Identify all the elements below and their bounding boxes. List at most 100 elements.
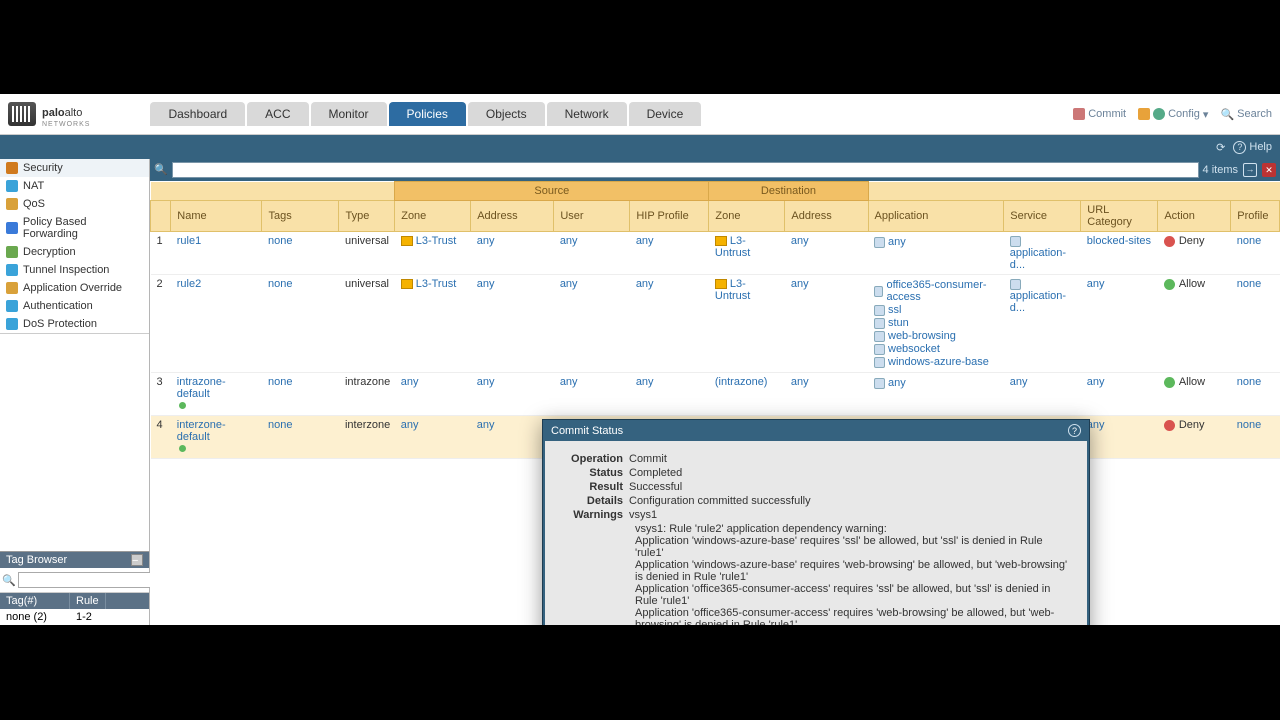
app-icon <box>874 357 885 368</box>
tab-monitor[interactable]: Monitor <box>311 102 387 126</box>
app-icon <box>874 237 885 248</box>
help-icon: ? <box>1233 141 1246 154</box>
col-address[interactable]: Address <box>471 201 554 232</box>
grid-search-bar: 🔍 4 items → ✕ <box>150 159 1280 181</box>
tag-search-icon: 🔍 <box>2 574 16 587</box>
dialog-body: OperationCommit StatusCompleted ResultSu… <box>545 441 1087 625</box>
app-icon <box>874 344 885 355</box>
top-right-actions: Commit Config ▾ 🔍Search <box>1073 108 1272 121</box>
sidebar-icon <box>6 162 18 174</box>
config-link[interactable]: Config ▾ <box>1138 108 1208 121</box>
app-icon <box>874 331 885 342</box>
app-icon <box>874 378 885 389</box>
sidebar-item-application-override[interactable]: Application Override <box>0 279 149 297</box>
col-zone[interactable]: Zone <box>395 201 471 232</box>
col-num[interactable] <box>151 201 171 232</box>
sub-bar: ⟳ ?Help <box>0 135 1280 159</box>
col-name[interactable]: Name <box>171 201 262 232</box>
service-icon <box>1010 279 1021 290</box>
status-value: Completed <box>629 467 1073 479</box>
zone-icon <box>401 279 413 289</box>
tag-browser: Tag Browser− 🔍 1 item → ✕ Tag(#)Rule non… <box>0 551 149 625</box>
col-action[interactable]: Action <box>1158 201 1231 232</box>
table-row[interactable]: 1rule1noneuniversalL3-TrustanyanyanyL3-U… <box>151 232 1280 275</box>
tab-policies[interactable]: Policies <box>389 102 466 126</box>
col-address[interactable]: Address <box>785 201 868 232</box>
commit-icon <box>1073 108 1085 120</box>
sidebar-item-dos-protection[interactable]: DoS Protection <box>0 315 149 333</box>
col-url-category[interactable]: URL Category <box>1081 201 1158 232</box>
warnings-head: vsys1 <box>629 509 1073 521</box>
main-tabs: DashboardACCMonitorPoliciesObjectsNetwor… <box>150 102 701 126</box>
main-area: SecurityNATQoSPolicy Based ForwardingDec… <box>0 159 1280 625</box>
commit-status-dialog: Commit Status ? OperationCommit StatusCo… <box>542 419 1090 625</box>
sidebar-item-tunnel-inspection[interactable]: Tunnel Inspection <box>0 261 149 279</box>
help-link[interactable]: ?Help <box>1233 141 1272 154</box>
col-hip-profile[interactable]: HIP Profile <box>630 201 709 232</box>
col-user[interactable]: User <box>554 201 630 232</box>
sidebar-item-security[interactable]: Security <box>0 159 149 177</box>
search-icon: 🔍 <box>154 163 168 177</box>
sidebar-icon <box>6 300 18 312</box>
dialog-title: Commit Status <box>551 425 623 437</box>
table-row[interactable]: 3intrazone-defaultnoneintrazoneanyanyany… <box>151 373 1280 416</box>
commit-link[interactable]: Commit <box>1073 108 1126 120</box>
tab-device[interactable]: Device <box>629 102 702 126</box>
warning-line: Application 'windows-azure-base' require… <box>635 535 1073 559</box>
item-count: 4 items <box>1203 164 1238 176</box>
app-icon <box>874 318 885 329</box>
tab-dashboard[interactable]: Dashboard <box>150 102 245 126</box>
tag-columns: Tag(#)Rule <box>0 593 149 609</box>
operation-value: Commit <box>629 453 1073 465</box>
sidebar-icon <box>6 180 18 192</box>
tab-acc[interactable]: ACC <box>247 102 308 126</box>
search-icon: 🔍 <box>1220 108 1234 121</box>
sidebar-item-qos[interactable]: QoS <box>0 195 149 213</box>
sidebar-item-nat[interactable]: NAT <box>0 177 149 195</box>
grid-search-input[interactable] <box>172 162 1199 178</box>
top-bar: paloalto NETWORKS DashboardACCMonitorPol… <box>0 94 1280 135</box>
col-type[interactable]: Type <box>339 201 395 232</box>
dialog-header: Commit Status ? <box>543 420 1089 441</box>
col-profile[interactable]: Profile <box>1231 201 1280 232</box>
close-grid-icon[interactable]: ✕ <box>1262 163 1276 177</box>
sidebar-icon <box>6 318 18 330</box>
content-area: 🔍 4 items → ✕ <box>150 159 1280 625</box>
col-tags[interactable]: Tags <box>262 201 339 232</box>
tab-network[interactable]: Network <box>547 102 627 126</box>
col-application[interactable]: Application <box>868 201 1004 232</box>
tab-objects[interactable]: Objects <box>468 102 545 126</box>
tag-browser-header: Tag Browser− <box>0 552 149 568</box>
warnings-list: vsys1: Rule 'rule2' application dependen… <box>635 523 1073 625</box>
brand-logo: paloalto NETWORKS <box>8 100 90 128</box>
col-service[interactable]: Service <box>1004 201 1081 232</box>
column-header-row: NameTagsTypeZoneAddressUserHIP ProfileZo… <box>151 201 1280 232</box>
warning-line: Application 'office365-consumer-access' … <box>635 607 1073 625</box>
config-icon <box>1153 108 1165 120</box>
dialog-help-icon[interactable]: ? <box>1068 424 1081 437</box>
sidebar-items: SecurityNATQoSPolicy Based ForwardingDec… <box>0 159 149 334</box>
col-zone[interactable]: Zone <box>709 201 785 232</box>
tag-row[interactable]: none (2)1-2 <box>0 609 149 625</box>
sidebar-item-decryption[interactable]: Decryption <box>0 243 149 261</box>
zone-icon <box>401 236 413 246</box>
warning-line: Application 'windows-azure-base' require… <box>635 559 1073 583</box>
export-icon[interactable]: → <box>1243 163 1257 177</box>
app-icon <box>874 286 883 297</box>
brand-name1: palo <box>42 107 65 119</box>
tag-search-input[interactable] <box>18 572 156 588</box>
table-row[interactable]: 2rule2noneuniversalL3-TrustanyanyanyL3-U… <box>151 275 1280 373</box>
details-value: Configuration committed successfully <box>629 495 1073 507</box>
sidebar: SecurityNATQoSPolicy Based ForwardingDec… <box>0 159 150 625</box>
sidebar-icon <box>6 282 18 294</box>
search-link[interactable]: 🔍Search <box>1220 108 1272 121</box>
zone-icon <box>715 236 727 246</box>
sidebar-item-policy-based-forwarding[interactable]: Policy Based Forwarding <box>0 213 149 243</box>
sidebar-icon <box>6 222 18 234</box>
brand-name2: alto <box>65 107 83 119</box>
refresh-icon[interactable]: ⟳ <box>1216 141 1225 154</box>
sidebar-item-authentication[interactable]: Authentication <box>0 297 149 315</box>
sidebar-icon <box>6 198 18 210</box>
logo-icon <box>8 102 36 126</box>
collapse-icon[interactable]: − <box>131 554 143 566</box>
